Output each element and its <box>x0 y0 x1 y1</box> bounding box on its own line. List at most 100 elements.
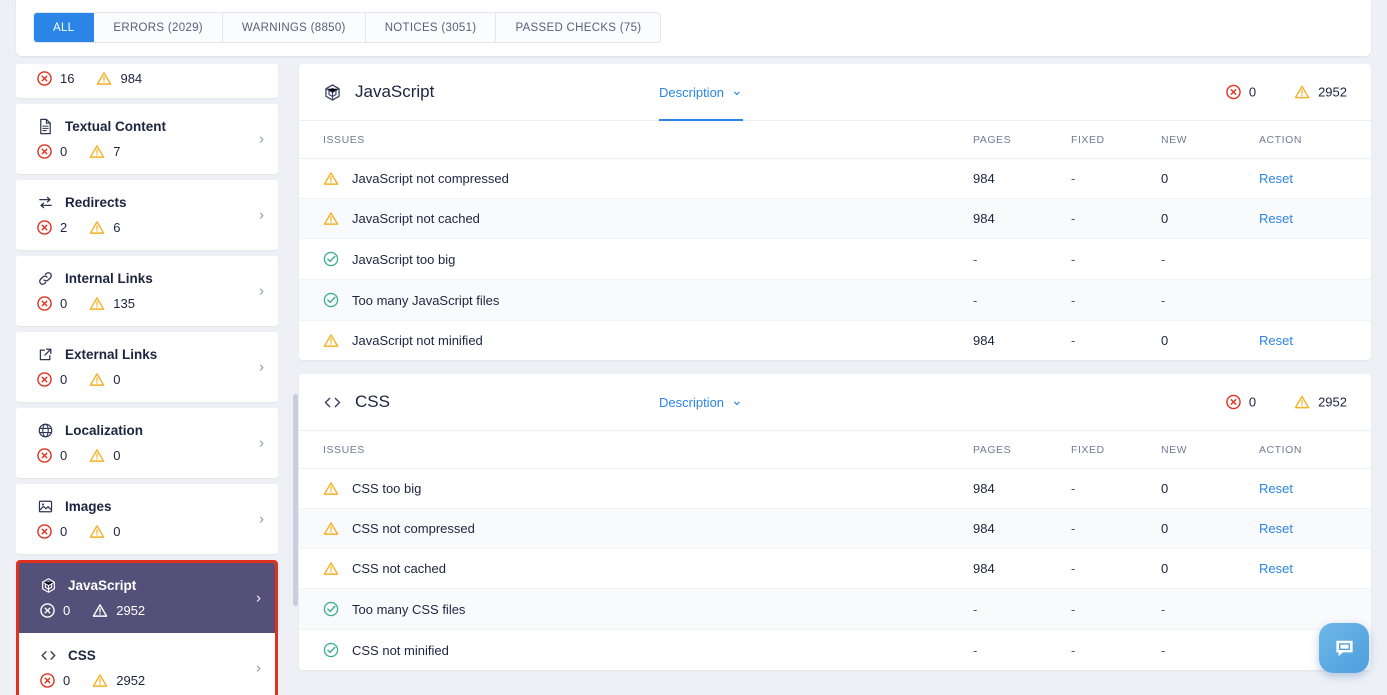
chevron-right-icon[interactable]: › <box>259 132 264 147</box>
chevron-right-icon[interactable]: › <box>259 208 264 223</box>
fixed-cell: - <box>1071 158 1161 199</box>
gem-icon <box>323 83 342 102</box>
sidebar-item-stats: 00 <box>16 363 278 402</box>
issues-table: ISSUES PAGES FIXED NEW ACTION CSS too big 984-… <box>299 431 1371 670</box>
pages-cell: - <box>973 279 1071 321</box>
action-cell: Reset <box>1259 158 1371 199</box>
warning-count: 6 <box>113 220 121 235</box>
issue-label: JavaScript not compressed <box>352 171 509 186</box>
filter-tab-notices[interactable]: NOTICES (3051) <box>365 13 497 42</box>
error-count: 0 <box>60 296 68 311</box>
chevron-right-icon[interactable]: › <box>259 512 264 527</box>
sidebar-item-css[interactable]: CSS 0 2952 › <box>19 633 275 695</box>
chevron-right-icon[interactable]: › <box>259 436 264 451</box>
warning-triangle-icon <box>1294 395 1310 410</box>
table-row[interactable]: CSS not minified - - - <box>299 630 1371 671</box>
sidebar-card-clipped[interactable]: 16 984 <box>16 64 278 98</box>
reset-link[interactable]: Reset <box>1259 211 1293 226</box>
filter-tab-warnings[interactable]: WARNINGS (8850) <box>222 13 366 42</box>
fixed-cell: - <box>1071 198 1161 239</box>
reset-link[interactable]: Reset <box>1259 521 1293 536</box>
error-circle-icon <box>37 220 52 235</box>
chat-bubble-icon <box>1332 636 1357 661</box>
error-count: 0 <box>60 448 68 463</box>
sidebar-item-label: Images <box>65 499 112 514</box>
description-tab[interactable]: Description ⌄ <box>659 374 743 431</box>
sidebar-item-label: Redirects <box>65 195 127 210</box>
redirect-icon <box>37 194 54 211</box>
issue-label: CSS too big <box>352 481 422 496</box>
table-header-row: ISSUES PAGES FIXED NEW ACTION <box>299 121 1371 159</box>
column-header-pages: PAGES <box>973 121 1071 159</box>
fixed-cell: - <box>1071 508 1161 549</box>
sidebar-item-label: Textual Content <box>65 119 166 134</box>
issue-cell-inner: CSS not cached <box>323 561 973 576</box>
fixed-cell: - <box>1071 279 1161 321</box>
chevron-right-icon[interactable]: › <box>259 284 264 299</box>
sidebar-item-javascript[interactable]: JavaScript 0 2952 › <box>19 563 275 633</box>
reset-link[interactable]: Reset <box>1259 481 1293 496</box>
issues-panels-container: JavaScript Description ⌄ 0 2952 ISSUES PAGES FI… <box>299 64 1371 684</box>
table-row[interactable]: Too many JavaScript files - - - <box>299 279 1371 321</box>
action-cell: Reset <box>1259 548 1371 589</box>
sidebar-item-images[interactable]: Images 0 0 › <box>16 484 278 554</box>
chevron-right-icon[interactable]: › <box>256 591 261 606</box>
action-cell: Reset <box>1259 508 1371 549</box>
sidebar-item-localization[interactable]: Localization 0 0 › <box>16 408 278 478</box>
globe-icon <box>37 422 54 439</box>
table-row[interactable]: CSS not cached 984-0 Reset <box>299 548 1371 589</box>
sidebar-item-external-links[interactable]: External Links 0 0 › <box>16 332 278 402</box>
sidebar-item-redirects[interactable]: Redirects 2 6 › <box>16 180 278 250</box>
warning-count: 7 <box>113 144 121 159</box>
table-row[interactable]: JavaScript not compressed 984-0 Reset <box>299 158 1371 199</box>
issue-cell: CSS too big <box>299 468 973 509</box>
issue-cell: CSS not minified <box>299 630 973 671</box>
filter-tab-passed[interactable]: PASSED CHECKS (75) <box>496 13 661 42</box>
warning-triangle-icon <box>323 561 339 576</box>
warning-stat: 7 <box>89 144 120 159</box>
sidebar-item-internal-links[interactable]: Internal Links 0 135 › <box>16 256 278 326</box>
pages-cell: - <box>973 588 1071 630</box>
sidebar-item-title: CSS <box>19 633 275 664</box>
error-circle-icon <box>37 296 52 311</box>
warning-triangle-icon <box>89 524 105 539</box>
issues-table: ISSUES PAGES FIXED NEW ACTION JavaScript not … <box>299 121 1371 360</box>
error-count: 0 <box>60 372 68 387</box>
fixed-cell: - <box>1071 333 1076 348</box>
link-icon <box>37 270 54 287</box>
warning-triangle-icon <box>323 171 339 186</box>
error-circle-icon <box>40 673 55 688</box>
new-cell: - <box>1161 238 1259 280</box>
sidebar-scrollbar[interactable] <box>293 394 298 606</box>
table-row[interactable]: CSS not compressed 984-0 Reset <box>299 508 1371 549</box>
warning-stat: 0 <box>89 372 120 387</box>
table-row[interactable]: JavaScript too big - - - <box>299 238 1371 280</box>
warning-triangle-icon <box>323 211 339 226</box>
chevron-down-icon: ⌄ <box>731 81 743 98</box>
table-row[interactable]: JavaScript not minified 984 - 0 Reset <box>299 321 1371 361</box>
panel-title: CSS <box>299 392 390 412</box>
issue-label: JavaScript not minified <box>352 333 483 348</box>
warning-count: 984 <box>120 71 143 86</box>
table-row[interactable]: CSS too big 984-0 Reset <box>299 468 1371 509</box>
chevron-right-icon[interactable]: › <box>256 661 261 676</box>
warning-stat: 0 <box>89 448 120 463</box>
new-cell: - <box>1161 279 1259 321</box>
filter-tab-errors[interactable]: ERRORS (2029) <box>94 13 223 42</box>
description-tab[interactable]: Description ⌄ <box>659 64 743 121</box>
issue-cell-inner: JavaScript not compressed <box>323 171 973 186</box>
filter-tab-all[interactable]: ALL <box>34 13 95 42</box>
table-row[interactable]: JavaScript not cached 984-0 Reset <box>299 198 1371 239</box>
issue-cell-inner: CSS not compressed <box>323 521 973 536</box>
pages-cell: 984 <box>973 333 995 348</box>
error-stat: 2 <box>37 220 67 235</box>
reset-link[interactable]: Reset <box>1259 333 1293 348</box>
reset-link[interactable]: Reset <box>1259 171 1293 186</box>
sidebar-item-textual-content[interactable]: Textual Content 0 7 › <box>16 104 278 174</box>
action-cell: Reset <box>1259 468 1371 509</box>
table-row[interactable]: Too many CSS files - - - <box>299 588 1371 630</box>
chevron-right-icon[interactable]: › <box>259 360 264 375</box>
reset-link[interactable]: Reset <box>1259 561 1293 576</box>
chat-widget-button[interactable] <box>1319 623 1369 673</box>
passed-check-icon <box>323 642 339 658</box>
